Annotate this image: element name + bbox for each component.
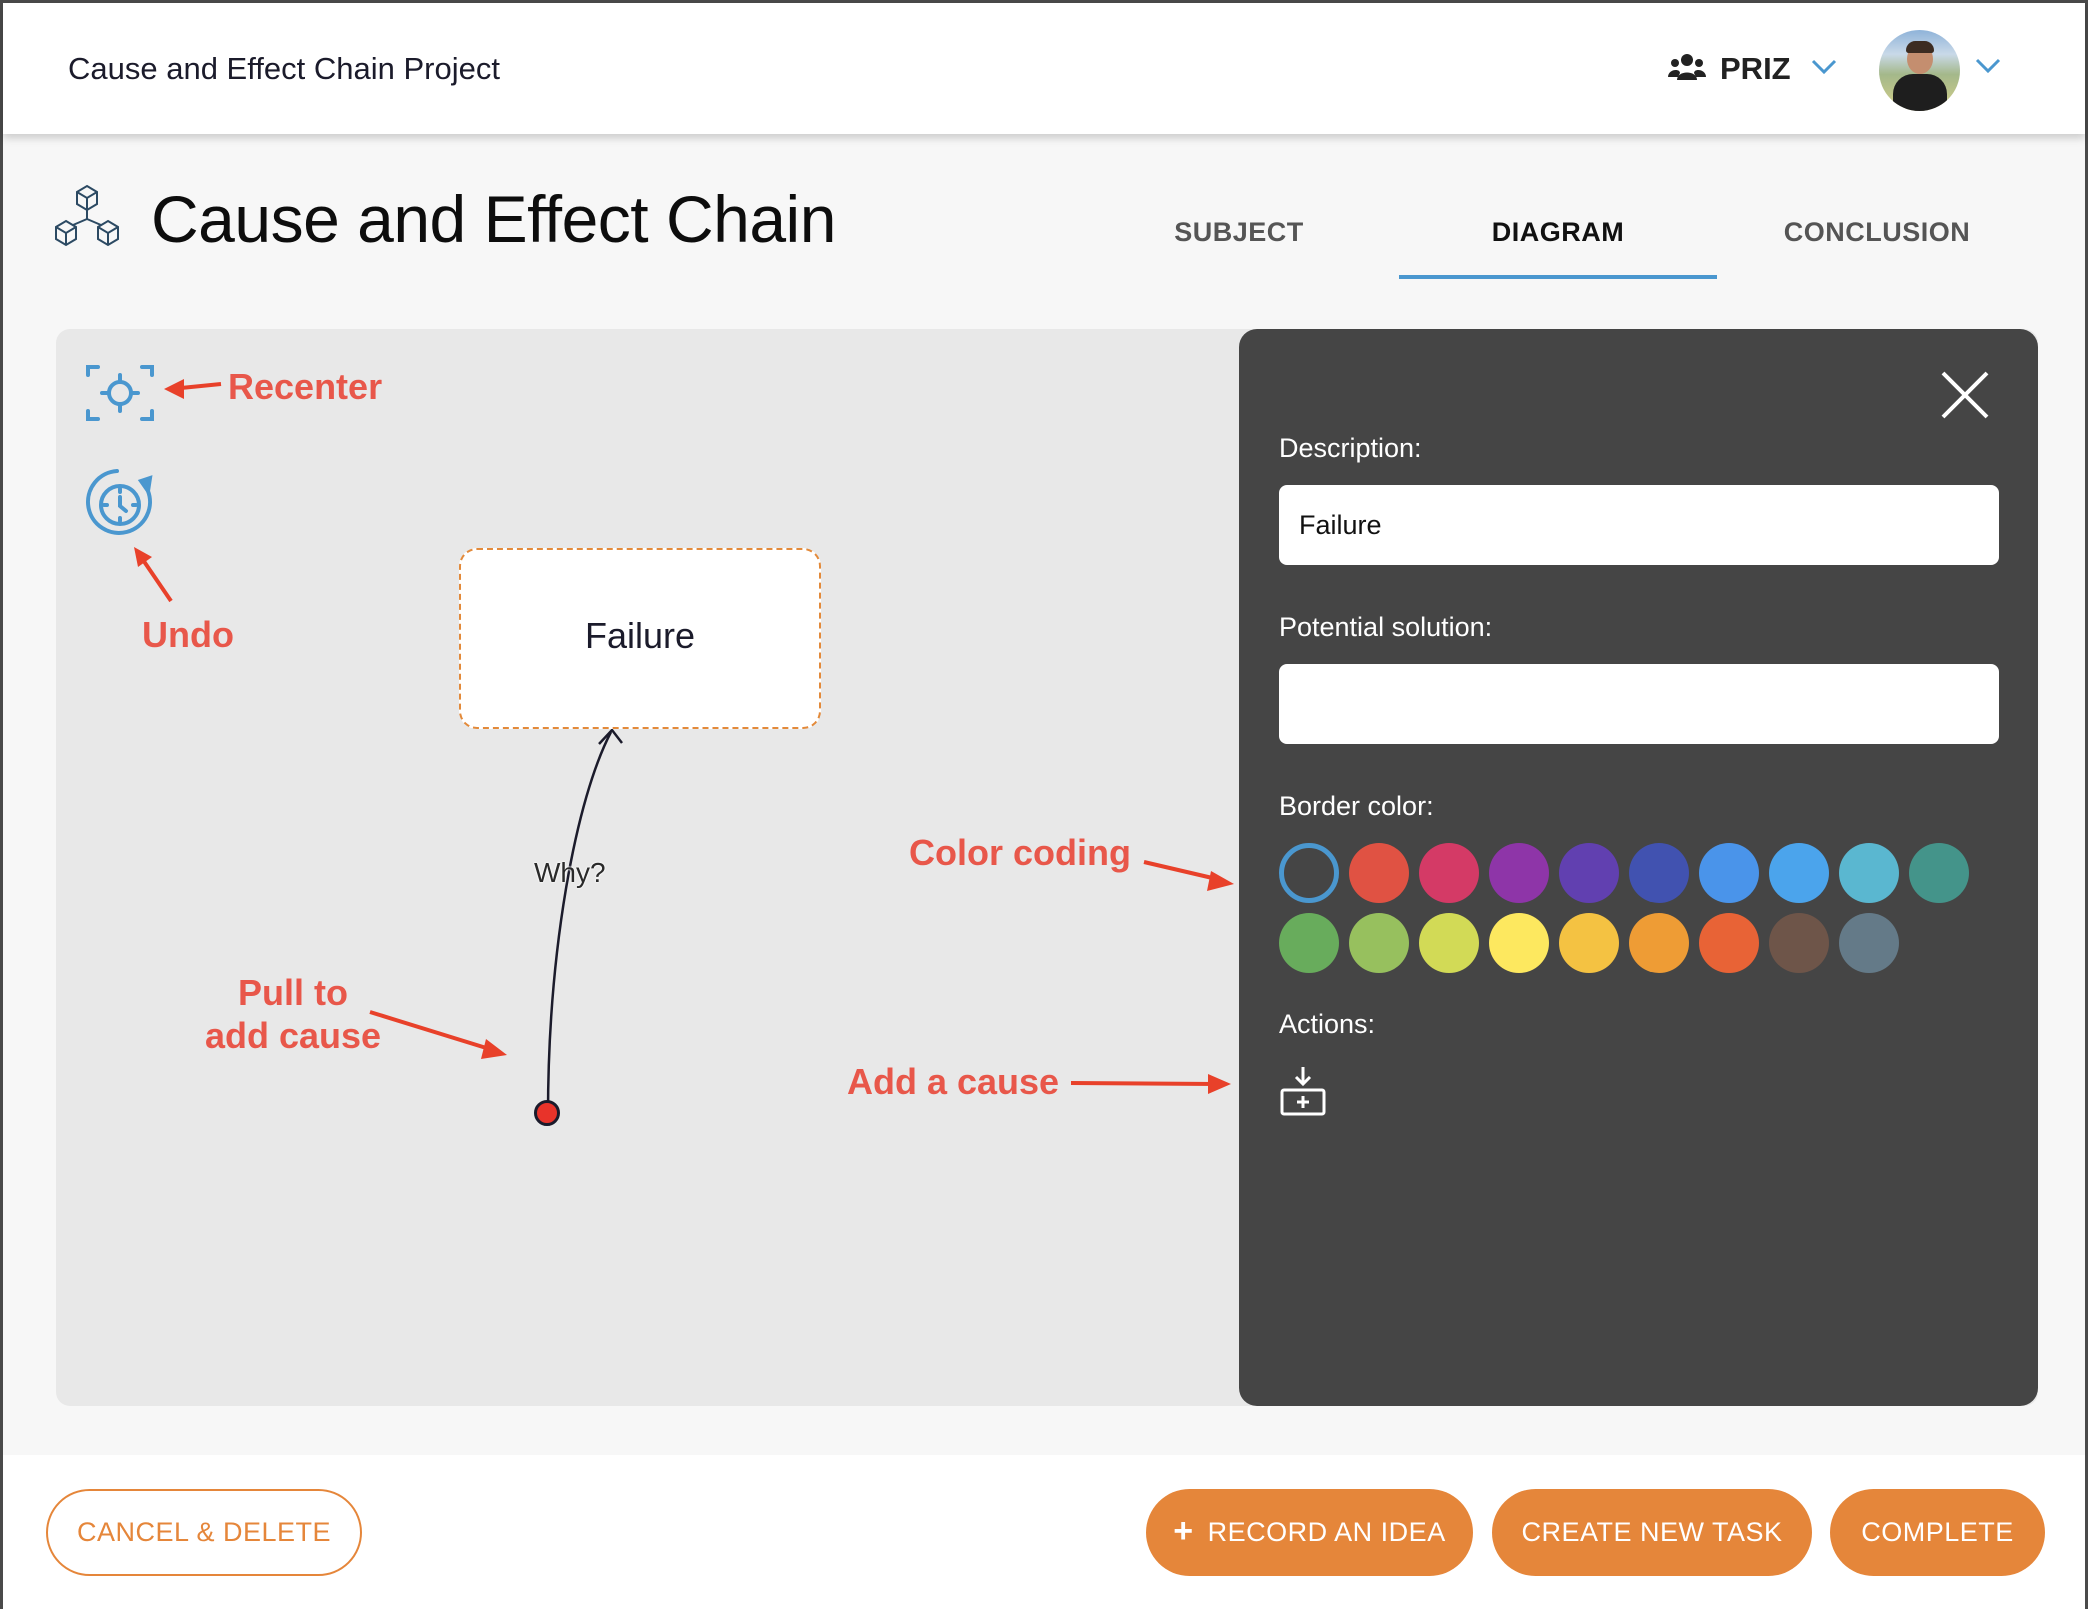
annotation-pull-to-add-cause: Pull to add cause [178,971,408,1057]
color-swatch[interactable] [1769,913,1829,973]
color-swatch[interactable] [1279,913,1339,973]
app-title: Cause and Effect Chain Project [68,51,500,86]
cancel-delete-button[interactable]: CANCEL & DELETE [46,1489,362,1576]
potential-solution-input[interactable] [1279,664,1999,744]
tab-conclusion[interactable]: CONCLUSION [1718,199,2036,265]
cubes-icon [53,183,121,256]
potential-solution-label: Potential solution: [1279,612,1493,642]
color-swatch[interactable] [1839,843,1899,903]
close-panel-button[interactable] [1939,369,1991,426]
annotation-add-cause: Add a cause [847,1061,1060,1102]
description-input[interactable] [1279,485,1999,565]
active-tab-indicator [1399,275,1717,279]
description-label: Description: [1279,433,1422,463]
button-label: COMPLETE [1861,1517,2014,1547]
tab-diagram[interactable]: DIAGRAM [1399,199,1717,265]
top-header: Cause and Effect Chain Project PRIZ [3,3,2085,134]
color-swatch[interactable] [1629,843,1689,903]
annotation-line: Pull to [238,972,348,1013]
tab-subject[interactable]: SUBJECT [1080,199,1398,265]
border-color-label: Border color: [1279,791,1434,821]
edge-label: Why? [534,857,606,888]
node-label: Failure [584,614,696,656]
footer-bar: CANCEL & DELETE + RECORD AN IDEA CREATE … [3,1455,2085,1609]
annotation-color-coding: Color coding [909,832,1131,873]
button-label: CREATE NEW TASK [1521,1517,1783,1547]
diagram-canvas[interactable]: Failure Why? Recenter Undo Pull to add c… [56,329,2038,1406]
color-swatch[interactable] [1419,913,1479,973]
button-label: RECORD AN IDEA [1207,1517,1446,1547]
color-swatch[interactable] [1839,913,1899,973]
add-cause-icon [1279,1067,1327,1121]
color-swatch[interactable] [1559,843,1619,903]
plus-icon: + [1173,1511,1194,1550]
close-icon [1939,371,1991,425]
color-swatch[interactable] [1349,843,1409,903]
annotation-undo: Undo [142,614,234,655]
chevron-down-icon[interactable] [1975,58,2001,79]
users-icon [1668,53,1706,86]
color-swatch[interactable] [1349,913,1409,973]
color-swatch[interactable] [1629,913,1689,973]
color-swatch[interactable] [1419,843,1479,903]
user-avatar[interactable] [1879,30,1960,111]
color-swatch[interactable] [1489,913,1549,973]
color-swatch[interactable] [1909,843,1969,903]
annotation-line: add cause [204,1015,382,1057]
color-swatch[interactable] [1489,843,1549,903]
node-properties-panel: Description: Potential solution: Border … [1239,329,2038,1406]
page-title: Cause and Effect Chain [151,182,836,256]
color-swatch[interactable] [1699,913,1759,973]
color-swatch[interactable] [1699,843,1759,903]
create-task-button[interactable]: CREATE NEW TASK [1492,1489,1812,1576]
record-idea-button[interactable]: + RECORD AN IDEA [1146,1489,1473,1576]
annotation-recenter: Recenter [228,366,383,407]
team-selector[interactable]: PRIZ [1668,51,1837,87]
effect-node[interactable]: Failure [459,548,821,729]
color-swatch[interactable] [1769,843,1829,903]
complete-button[interactable]: COMPLETE [1830,1489,2045,1576]
button-label: CANCEL & DELETE [76,1517,332,1547]
pull-handle[interactable] [534,1100,560,1126]
actions-label: Actions: [1279,1009,1376,1039]
chevron-down-icon[interactable] [1811,59,1837,80]
color-swatch[interactable] [1559,913,1619,973]
team-label: PRIZ [1720,51,1791,86]
color-swatch[interactable] [1279,843,1339,903]
add-cause-button[interactable] [1279,1065,1327,1122]
